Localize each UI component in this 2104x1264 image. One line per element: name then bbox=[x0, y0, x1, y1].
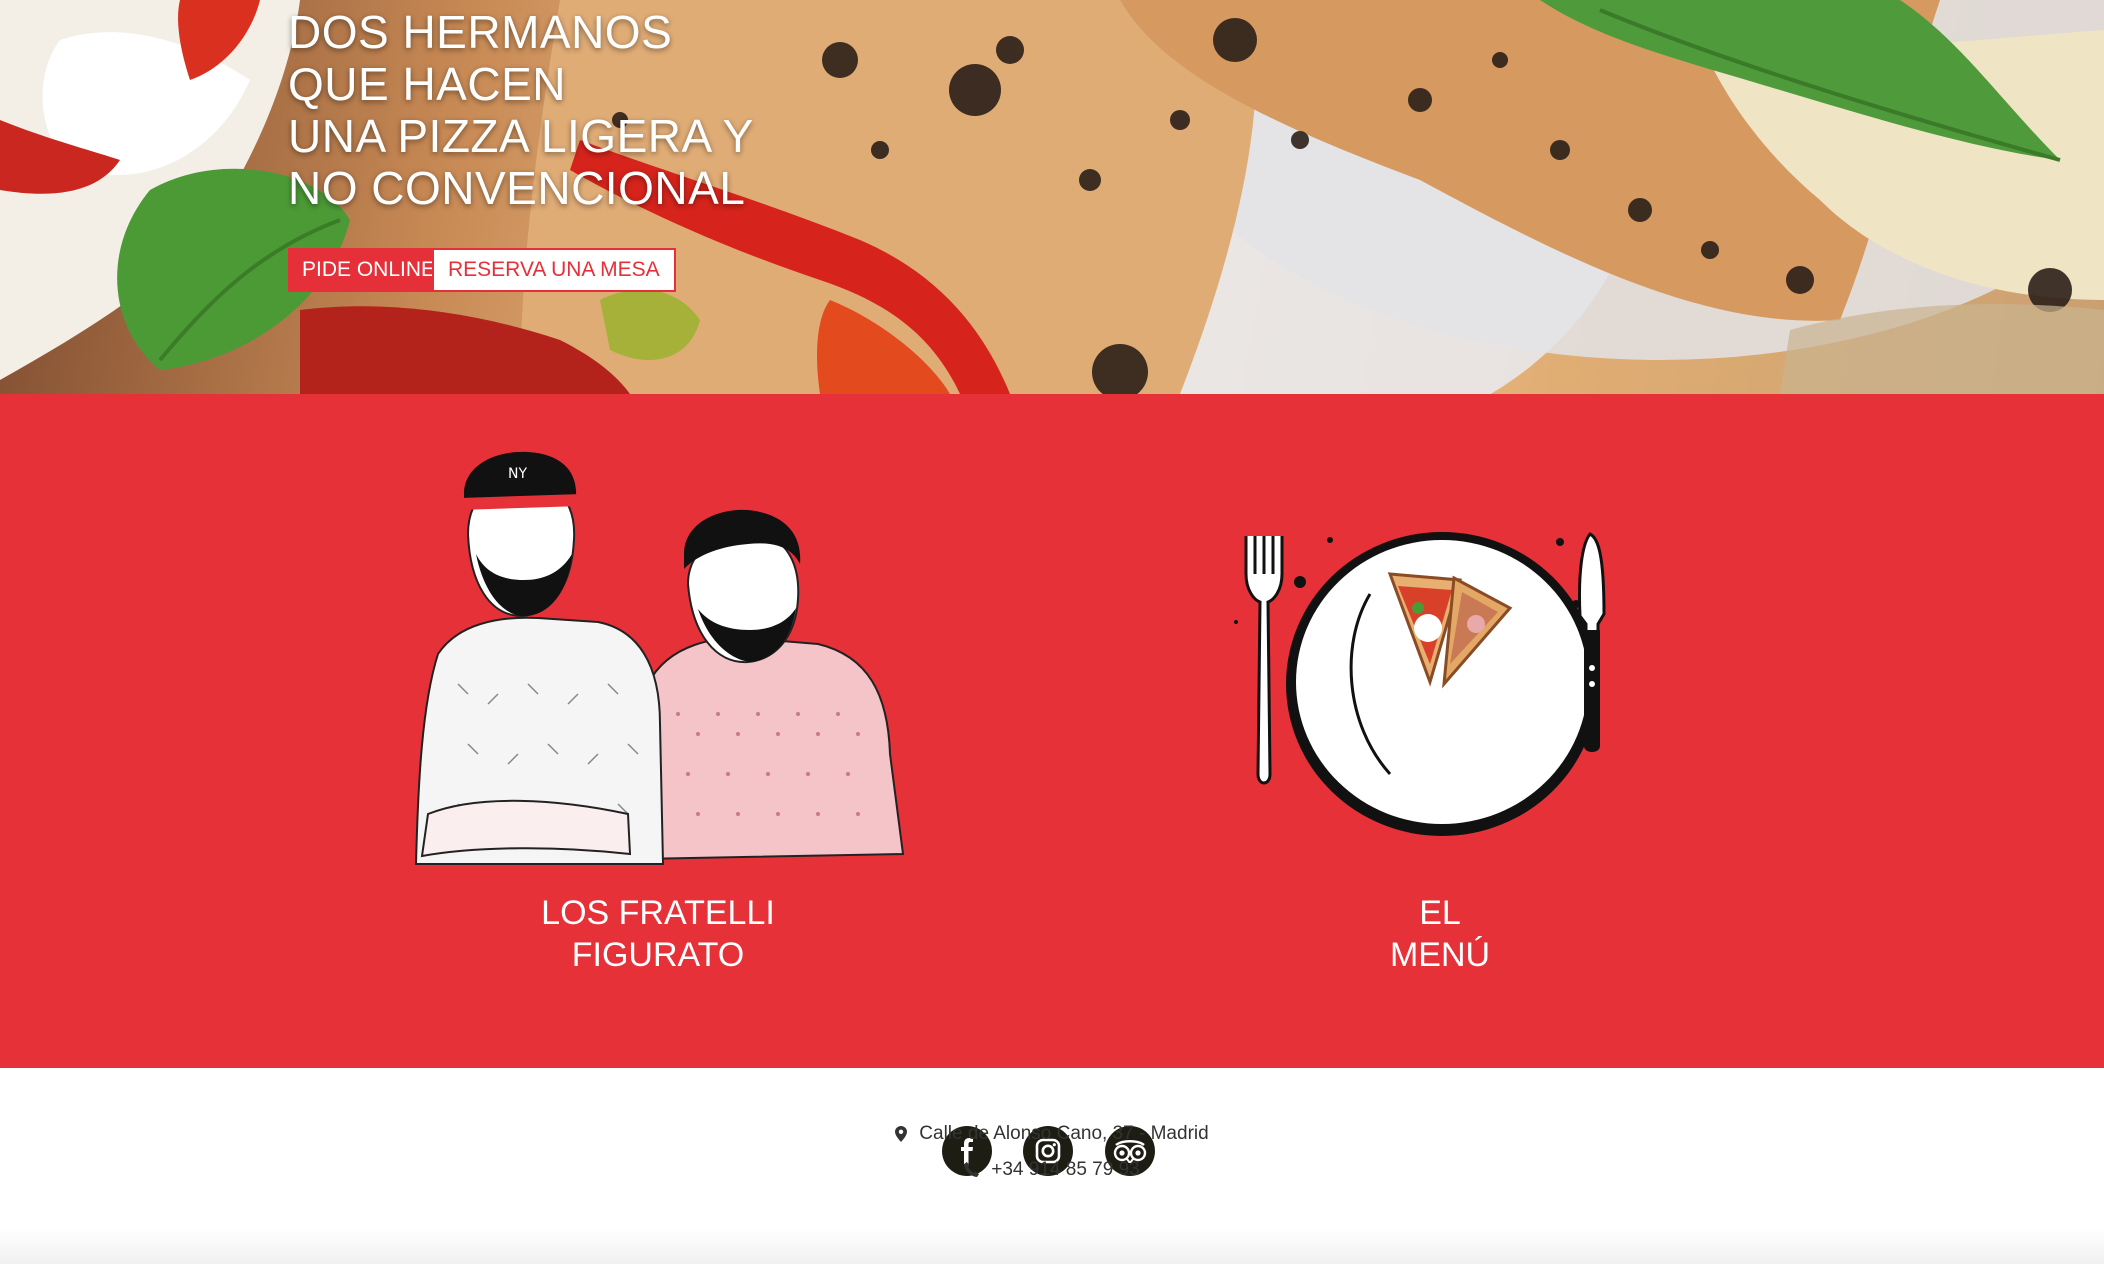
address-text: Calle de Alonso Cano, 37 - Madrid bbox=[919, 1123, 1209, 1144]
brothers-label-line1: LOS FRATELLI bbox=[541, 894, 775, 932]
hero-banner: DOS HERMANOS QUE HACEN UNA PIZZA LIGERA … bbox=[0, 0, 2104, 394]
features-section: NY LOS FRATELLI FIGURATO EL MENÚ bbox=[0, 394, 2104, 1068]
menu-label-line1: EL bbox=[1419, 894, 1461, 932]
brothers-feature-label[interactable]: LOS FRATELLI FIGURATO bbox=[398, 892, 918, 976]
phone-line: +34 914 85 79 93 bbox=[0, 1158, 2104, 1182]
brothers-label-line2: FIGURATO bbox=[571, 936, 745, 974]
hero-title-line: NO CONVENCIONAL bbox=[288, 162, 746, 214]
menu-label-line2: MENÚ bbox=[1389, 936, 1491, 974]
brothers-illustration: NY bbox=[414, 451, 905, 865]
hero-title-line: UNA PIZZA LIGERA Y bbox=[288, 110, 754, 162]
reserve-table-button[interactable]: RESERVA UNA MESA bbox=[432, 248, 676, 292]
map-pin-icon bbox=[895, 1125, 908, 1142]
order-online-button[interactable]: PIDE ONLINE bbox=[288, 248, 450, 292]
phone-icon bbox=[964, 1162, 980, 1178]
menu-feature-link[interactable]: EL MENÚ bbox=[1180, 394, 1700, 974]
cap-logo: NY bbox=[508, 466, 527, 482]
hero-title: DOS HERMANOS QUE HACEN UNA PIZZA LIGERA … bbox=[288, 6, 754, 214]
address-line: Calle de Alonso Cano, 37 - Madrid bbox=[0, 1122, 2104, 1146]
menu-feature-label[interactable]: EL MENÚ bbox=[1180, 892, 1700, 976]
hero-title-line: QUE HACEN bbox=[288, 58, 566, 110]
phone-text[interactable]: +34 914 85 79 93 bbox=[991, 1159, 1139, 1180]
plate-illustration bbox=[1234, 532, 1606, 836]
brothers-feature-link[interactable]: NY LOS FRATELLI FIGURATO bbox=[398, 394, 918, 974]
hero-title-line: DOS HERMANOS bbox=[288, 6, 673, 58]
